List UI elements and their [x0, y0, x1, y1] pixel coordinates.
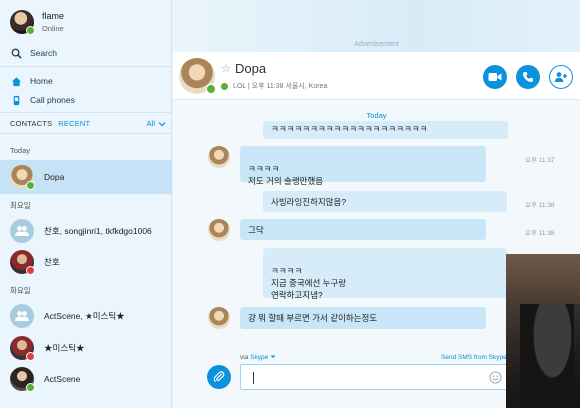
- section-yesterday: 최요일: [10, 201, 31, 210]
- search-icon: [10, 47, 22, 59]
- list-item-contact[interactable]: ActScene: [0, 362, 172, 396]
- message-timestamp: 오후 11:38: [525, 202, 555, 209]
- video-call-button[interactable]: [483, 65, 507, 89]
- contact-name: ActScene, ★미스틱★: [44, 311, 125, 321]
- chat-header: ☆ Dopa LOL | 오후 11:38 서울시, Korea: [173, 52, 580, 100]
- send-sms-link[interactable]: Send SMS from Skype: [441, 354, 507, 361]
- message-bubble[interactable]: ㅋㅋㅋㅋ 지금 중국에선 누구랑 연락하고지냄?: [263, 248, 507, 300]
- dialpad-icon: [10, 94, 22, 106]
- emoticon-icon[interactable]: [489, 371, 502, 384]
- add-people-button[interactable]: [549, 65, 573, 89]
- contact-name: ★미스틱★: [44, 343, 85, 353]
- contact-tabs: CONTACTS RECENT All: [10, 119, 166, 128]
- day-separator: Today: [366, 111, 387, 120]
- profile[interactable]: flame Online: [10, 10, 65, 35]
- contact-name: 찬호: [44, 257, 60, 267]
- online-status-icon: [221, 82, 228, 90]
- message-bubble[interactable]: 걍 뭐 할때 부르면 가서 같이하는정도: [240, 307, 486, 329]
- favorite-star-icon[interactable]: ☆: [221, 62, 231, 75]
- mood-text: LOL | 오후 11:38 서울시, Korea: [233, 83, 328, 90]
- webcam-person: [520, 304, 574, 408]
- contact-avatar: [10, 250, 35, 275]
- sidebar: flame Online Search Home Call phones CON…: [0, 0, 172, 408]
- profile-avatar[interactable]: [10, 10, 35, 35]
- message-bubble[interactable]: ㅋㅋㅋㅋㅋㅋㅋㅋㅋㅋㅋㅋㅋㅋㅋㅋㅋㅋㅋㅋ: [263, 121, 508, 139]
- tab-recent[interactable]: RECENT: [58, 119, 90, 128]
- contact-avatar: [10, 367, 35, 392]
- filter-all-label: All: [146, 119, 155, 128]
- list-item-contact[interactable]: Dopa: [0, 160, 172, 194]
- message-avatar: [208, 307, 230, 329]
- phone-icon: [523, 72, 533, 82]
- busy-status-icon: [26, 266, 35, 275]
- list-item-contact[interactable]: ActScene, ★미스틱★: [0, 299, 172, 333]
- paperclip-icon: [213, 371, 225, 382]
- group-avatar-icon: [10, 219, 34, 243]
- list-item-contact[interactable]: 찬호: [0, 245, 172, 279]
- chat-subtitle: LOL | 오후 11:38 서울시, Korea: [221, 81, 327, 91]
- contact-name: 찬호, songjinri1, tkfkdgo1006: [44, 226, 152, 236]
- list-item-contact[interactable]: 찬호, songjinri1, tkfkdgo1006: [0, 214, 172, 248]
- video-camera-icon: [488, 73, 502, 81]
- message-timestamp: 오후 11:37: [525, 157, 555, 164]
- home-icon: [10, 75, 22, 87]
- profile-name: flame: [42, 11, 65, 21]
- chat-title: Dopa: [235, 61, 267, 76]
- online-status-icon: [26, 383, 35, 392]
- busy-status-icon: [26, 352, 35, 361]
- message-text: ㅋㅋㅋㅋㅋㅋㅋㅋㅋㅋㅋㅋㅋㅋㅋㅋㅋㅋㅋㅋ: [271, 124, 428, 134]
- call-phones-label: Call phones: [30, 95, 75, 105]
- chevron-down-icon: [158, 121, 166, 126]
- ad-label: Advertisement: [354, 41, 399, 48]
- contact-avatar: [10, 165, 35, 190]
- message-bubble[interactable]: 사빙라잉진하지않음?: [263, 191, 507, 212]
- text-caret: [253, 372, 254, 384]
- home-label: Home: [30, 76, 53, 86]
- attach-button[interactable]: [207, 365, 231, 389]
- message-avatar: [208, 146, 230, 168]
- profile-status[interactable]: Online: [42, 24, 64, 33]
- via-service: Skype: [250, 354, 269, 361]
- send-via-selector[interactable]: via Skype: [240, 354, 276, 361]
- message-timestamp: 오후 11:38: [525, 230, 555, 237]
- list-item-contact[interactable]: ★미스틱★: [0, 331, 172, 365]
- online-status-icon: [26, 26, 35, 35]
- search-button[interactable]: Search: [10, 47, 57, 59]
- online-status-icon: [26, 181, 35, 190]
- call-phones-button[interactable]: Call phones: [10, 94, 75, 106]
- group-avatar-icon: [10, 304, 34, 328]
- home-button[interactable]: Home: [10, 75, 53, 87]
- webcam-background: [506, 254, 580, 304]
- message-text: 그닥: [248, 225, 264, 235]
- webcam-video-overlay: [506, 254, 580, 408]
- message-text: 사빙라잉진하지않음?: [271, 197, 347, 207]
- contact-avatar: [10, 336, 35, 361]
- add-person-icon: [554, 72, 567, 82]
- chevron-down-icon: [270, 355, 276, 358]
- online-status-icon: [206, 84, 216, 94]
- contact-name: ActScene: [44, 374, 81, 384]
- tab-contacts[interactable]: CONTACTS: [10, 119, 52, 128]
- message-text: ㅋㅋㅋㅋ 지금 중국에선 누구랑 연락하고지냄?: [271, 266, 347, 300]
- chat-avatar[interactable]: [179, 58, 216, 94]
- divider: [0, 66, 172, 67]
- section-older: 화요일: [10, 286, 31, 295]
- voice-call-button[interactable]: [516, 65, 540, 89]
- filter-all-dropdown[interactable]: All: [147, 119, 166, 128]
- divider: [0, 133, 172, 134]
- message-text: 걍 뭐 할때 부르면 가서 같이하는정도: [248, 313, 378, 323]
- message-bubble[interactable]: 그닥: [240, 219, 486, 240]
- message-avatar: [208, 219, 230, 241]
- divider: [0, 112, 172, 113]
- message-bubble[interactable]: ㅋㅋㅋㅋ 저도 거의 솔랭만했음: [240, 146, 486, 186]
- message-text: ㅋㅋㅋㅋ 저도 거의 솔랭만했음: [248, 164, 324, 186]
- contact-name: Dopa: [44, 172, 65, 182]
- via-prefix: via: [240, 354, 249, 361]
- message-input[interactable]: [240, 364, 508, 390]
- search-label: Search: [30, 48, 57, 58]
- section-today: Today: [10, 146, 31, 155]
